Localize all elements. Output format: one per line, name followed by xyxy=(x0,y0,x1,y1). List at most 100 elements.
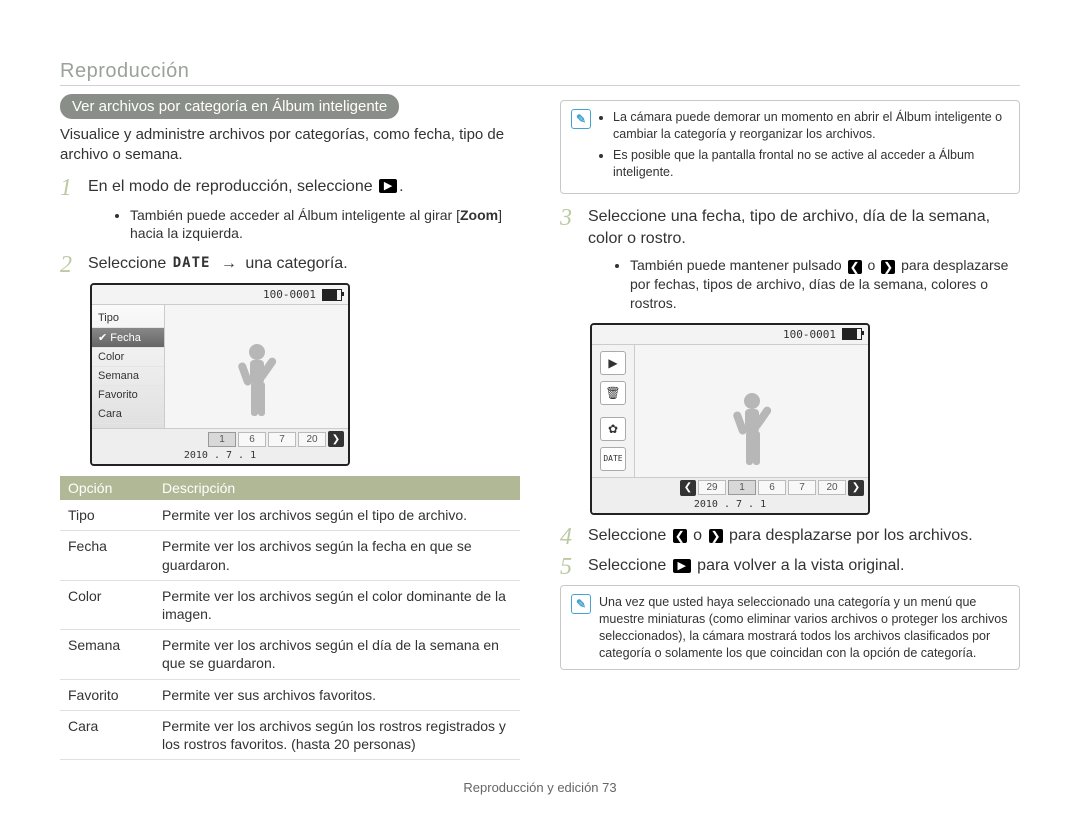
opt-desc: Permite ver los archivos según el día de… xyxy=(154,630,520,679)
smart-album-icon: ▶ xyxy=(379,179,397,193)
step-5-a: Seleccione xyxy=(588,557,671,574)
cam1-menu-favorito[interactable]: Favorito xyxy=(92,386,164,405)
note1-item: Es posible que la pantalla frontal no se… xyxy=(613,147,1009,181)
opt-desc: Permite ver los archivos según el color … xyxy=(154,580,520,629)
left-column: Ver archivos por categoría en Álbum inte… xyxy=(60,94,520,760)
cam1-counter: 100-0001 xyxy=(263,288,316,301)
chevron-left-icon: ❮ xyxy=(848,260,862,274)
step-number: 1 xyxy=(60,176,78,200)
step-1: 1 En el modo de reproducción, seleccione… xyxy=(60,176,520,200)
opt-name: Tipo xyxy=(60,500,154,531)
cam2-strip-4[interactable]: 20 xyxy=(818,480,846,495)
cam1-menu-color[interactable]: Color xyxy=(92,348,164,367)
section-title: Reproducción xyxy=(60,60,1020,83)
cam2-strip-0[interactable]: 29 xyxy=(698,480,726,495)
cam1-menu-fecha[interactable]: ✔ Fecha xyxy=(92,328,164,348)
note-icon: ✎ xyxy=(571,109,591,129)
cam2-counter: 100-0001 xyxy=(783,328,836,341)
cam1-strip-0[interactable]: 1 xyxy=(208,432,236,447)
chevron-right-icon: ❯ xyxy=(709,529,723,543)
step-4: 4 Seleccione ❮ o ❯ para desplazarse por … xyxy=(560,525,1020,549)
cam2-next-button[interactable]: ❯ xyxy=(848,480,864,496)
person-silhouette-icon xyxy=(226,338,288,428)
step-3-bullets: También puede mantener pulsado ❮ o ❯ par… xyxy=(590,256,1020,313)
opt-name: Fecha xyxy=(60,531,154,580)
camera-screenshot-1: 100-0001 Tipo ✔ Fecha Color Semana Favor… xyxy=(90,283,350,466)
step-3-text: Seleccione una fecha, tipo de archivo, d… xyxy=(588,206,1020,251)
cam2-preview xyxy=(635,345,868,477)
cam1-date: 2010 . 7 . 1 xyxy=(92,449,348,464)
cam1-strip-1[interactable]: 6 xyxy=(238,432,266,447)
battery-icon xyxy=(322,289,342,301)
cam1-menu-fecha-label: Fecha xyxy=(110,332,141,344)
cam1-strip: 1 6 7 20 ❯ xyxy=(92,428,348,449)
step-5-b: para volver a la vista original. xyxy=(697,557,904,574)
subsection-pill: Ver archivos por categoría en Álbum inte… xyxy=(60,94,399,119)
cam1-menu-cara[interactable]: Cara xyxy=(92,405,164,424)
opt-name: Semana xyxy=(60,630,154,679)
arrow-right-icon: → xyxy=(221,255,237,272)
cam2-topbar: 100-0001 xyxy=(592,325,868,345)
cam1-strip-3[interactable]: 20 xyxy=(298,432,326,447)
cam2-strip-1[interactable]: 1 xyxy=(728,480,756,495)
opt-desc: Permite ver sus archivos favoritos. xyxy=(154,679,520,710)
page: Reproducción Ver archivos por categoría … xyxy=(0,0,1080,815)
date-filter-button[interactable]: DATE xyxy=(600,447,626,471)
play-button[interactable]: ▶ xyxy=(600,351,626,375)
table-row: ColorPermite ver los archivos según el c… xyxy=(60,580,520,629)
note-box-2: ✎ Una vez que usted haya seleccionado un… xyxy=(560,585,1020,671)
cam2-toolbar: ▶ 🗑 ✿ DATE xyxy=(592,345,635,477)
note2-text: Una vez que usted haya seleccionado una … xyxy=(599,594,1009,662)
intro-text: Visualice y administre archivos por cate… xyxy=(60,125,520,166)
cam2-date: 2010 . 7 . 1 xyxy=(592,498,868,513)
cam1-menu-semana[interactable]: Semana xyxy=(92,367,164,386)
right-column: ✎ La cámara puede demorar un momento en … xyxy=(560,94,1020,760)
cam1-topbar: 100-0001 xyxy=(92,285,348,305)
page-footer: Reproducción y edición 73 xyxy=(0,780,1080,795)
two-columns: Ver archivos por categoría en Álbum inte… xyxy=(60,94,1020,760)
step-number: 5 xyxy=(560,555,578,579)
table-row: SemanaPermite ver los archivos según el … xyxy=(60,630,520,679)
cam1-preview xyxy=(165,305,348,428)
cam2-strip: ❮ 29 1 6 7 20 ❯ xyxy=(592,477,868,498)
cam1-next-button[interactable]: ❯ xyxy=(328,431,344,447)
chevron-right-icon: ❯ xyxy=(881,260,895,274)
table-row: FechaPermite ver los archivos según la f… xyxy=(60,531,520,580)
person-silhouette-icon xyxy=(721,387,783,477)
step-3: 3 Seleccione una fecha, tipo de archivo,… xyxy=(560,206,1020,251)
zoom-label: Zoom xyxy=(460,207,498,223)
opt-name: Color xyxy=(60,580,154,629)
th-opcion: Opción xyxy=(60,476,154,500)
cam1-menu: Tipo ✔ Fecha Color Semana Favorito Cara xyxy=(92,305,165,428)
step-4-b: o xyxy=(693,527,706,544)
step-2-b: una categoría. xyxy=(245,255,347,272)
cam1-menu-tipo[interactable]: Tipo xyxy=(92,309,164,328)
chevron-left-icon: ❮ xyxy=(673,529,687,543)
opt-desc: Permite ver los archivos según la fecha … xyxy=(154,531,520,580)
cam2-strip-2[interactable]: 6 xyxy=(758,480,786,495)
opt-name: Favorito xyxy=(60,679,154,710)
cam2-prev-button[interactable]: ❮ xyxy=(680,480,696,496)
step-2-a: Seleccione xyxy=(88,255,171,272)
divider xyxy=(60,85,1020,86)
playback-icon: ▶ xyxy=(673,559,691,573)
options-table: Opción Descripción TipoPermite ver los a… xyxy=(60,476,520,760)
note-icon: ✎ xyxy=(571,594,591,614)
settings-button[interactable]: ✿ xyxy=(600,417,626,441)
opt-name: Cara xyxy=(60,710,154,759)
step-3-bullet-b: o xyxy=(867,257,879,273)
note-box-1: ✎ La cámara puede demorar un momento en … xyxy=(560,100,1020,194)
cam2-strip-3[interactable]: 7 xyxy=(788,480,816,495)
step-4-a: Seleccione xyxy=(588,527,671,544)
delete-button[interactable]: 🗑 xyxy=(600,381,626,405)
camera-screenshot-2: 100-0001 ▶ 🗑 ✿ DATE xyxy=(590,323,870,515)
step-1-bullet-a: También puede acceder al Álbum inteligen… xyxy=(130,207,460,223)
step-2: 2 Seleccione DATE → una categoría. xyxy=(60,253,520,277)
step-3-bullet-a: También puede mantener pulsado xyxy=(630,257,846,273)
cam1-strip-2[interactable]: 7 xyxy=(268,432,296,447)
opt-desc: Permite ver los archivos según el tipo d… xyxy=(154,500,520,531)
step-4-c: para desplazarse por los archivos. xyxy=(729,527,973,544)
th-descripcion: Descripción xyxy=(154,476,520,500)
check-icon: ✔ xyxy=(98,332,107,344)
table-row: CaraPermite ver los archivos según los r… xyxy=(60,710,520,759)
